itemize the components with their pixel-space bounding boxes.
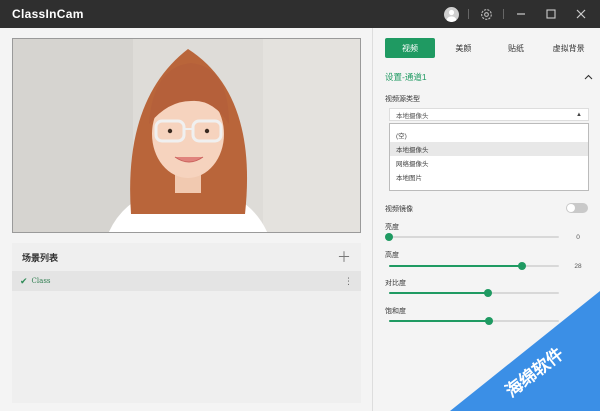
scene-list-title: 场景列表 <box>22 252 59 263</box>
height-label: 高度 <box>385 252 399 259</box>
contrast-label: 对比度 <box>385 280 406 287</box>
divider <box>468 9 469 19</box>
slider-thumb[interactable] <box>483 289 492 297</box>
scene-list-panel: 场景列表 ＋ ✔ Class ⋮ <box>12 243 361 403</box>
tab-stickers[interactable]: 贴纸 <box>490 38 543 58</box>
tab-beauty[interactable]: 美颜 <box>437 38 490 58</box>
brightness-value: 0 <box>576 234 580 241</box>
dropdown-option-empty[interactable]: (空) <box>390 128 588 142</box>
slider-fill <box>389 292 488 294</box>
left-panel: 场景列表 ＋ ✔ Class ⋮ <box>0 28 372 411</box>
source-type-select[interactable]: 本地摄像头 ▲ <box>389 108 589 121</box>
source-type-value: 本地摄像头 <box>396 112 429 120</box>
close-icon[interactable] <box>570 3 592 25</box>
tab-video[interactable]: 视频 <box>385 38 435 58</box>
camera-feed-image <box>13 39 360 232</box>
scene-item-label: Class <box>31 277 51 285</box>
brightness-slider[interactable] <box>385 232 559 242</box>
maximize-icon[interactable] <box>540 3 562 25</box>
height-value: 28 <box>574 263 582 270</box>
toggle-knob <box>567 204 575 212</box>
settings-panel: 视频 美颜 贴纸 虚拟背景 设置-通道1 视频源类型 本地摄像头 ▲ (空) 本… <box>372 28 600 411</box>
settings-icon[interactable] <box>475 3 497 25</box>
title-bar: ClassInCam <box>0 0 600 28</box>
scene-list-header: 场景列表 ＋ <box>12 243 361 271</box>
saturation-label: 饱和度 <box>385 308 406 315</box>
minimize-icon[interactable] <box>510 3 532 25</box>
tab-virtual-background[interactable]: 虚拟背景 <box>542 38 595 58</box>
dropdown-option-network-camera[interactable]: 网络摄像头 <box>390 156 588 170</box>
window-controls <box>436 0 600 28</box>
source-type-label: 视频源类型 <box>385 96 420 103</box>
slider-thumb[interactable] <box>517 262 526 270</box>
dropdown-option-local-camera[interactable]: 本地摄像头 <box>390 142 588 156</box>
saturation-slider[interactable] <box>389 316 559 326</box>
mirror-label: 视频镜像 <box>385 206 413 213</box>
camera-preview <box>12 38 361 233</box>
contrast-slider[interactable] <box>389 288 559 298</box>
source-type-dropdown: (空) 本地摄像头 网络摄像头 本地图片 <box>389 123 589 191</box>
chevron-up-icon[interactable] <box>584 73 593 82</box>
slider-track <box>389 236 559 238</box>
tab-bar: 视频 美颜 贴纸 虚拟背景 <box>385 38 595 58</box>
slider-thumb[interactable] <box>485 317 494 325</box>
caret-up-icon: ▲ <box>576 111 582 118</box>
checkmark-icon: ✔ <box>20 275 28 286</box>
divider <box>503 9 504 19</box>
section-header[interactable]: 设置-通道1 <box>385 71 595 83</box>
dropdown-option-local-image[interactable]: 本地图片 <box>390 170 588 184</box>
slider-fill <box>389 265 522 267</box>
app-title: ClassInCam <box>12 7 84 21</box>
scene-item[interactable]: ✔ Class ⋮ <box>12 271 361 291</box>
height-slider[interactable] <box>389 261 559 271</box>
brightness-label: 亮度 <box>385 224 399 231</box>
avatar-icon[interactable] <box>440 3 462 25</box>
slider-fill <box>389 320 490 322</box>
more-options-icon[interactable]: ⋮ <box>344 276 353 287</box>
mirror-toggle[interactable] <box>566 203 588 213</box>
add-scene-icon[interactable]: ＋ <box>337 250 351 264</box>
slider-thumb[interactable] <box>385 233 393 241</box>
section-title: 设置-通道1 <box>385 72 427 82</box>
